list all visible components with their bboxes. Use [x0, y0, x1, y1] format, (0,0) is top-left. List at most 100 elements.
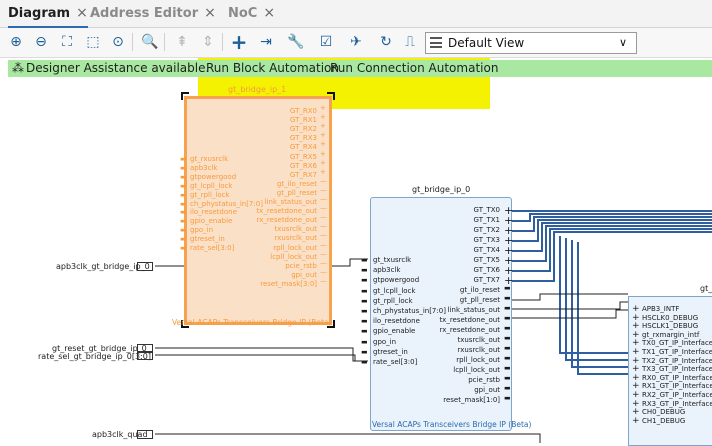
port-plus-icon[interactable]: +	[320, 159, 326, 167]
port-plus-icon[interactable]: ▬	[504, 394, 511, 402]
port-pin: ▬	[361, 276, 368, 285]
port-plus-icon[interactable]: ▬	[504, 374, 511, 382]
port-label: GT_TX5	[473, 256, 500, 264]
port-label: reset_mask[3:0]	[260, 279, 317, 288]
port-plus-icon[interactable]: +	[320, 140, 326, 148]
port-plus-icon[interactable]: ▬	[504, 364, 511, 372]
port-label: CH0_DEBUG	[642, 408, 686, 417]
port-plus-icon[interactable]: +	[320, 150, 326, 158]
block-title: gt_bridge_ip_0	[412, 185, 471, 194]
port-label: gt_txusrclk	[373, 256, 412, 264]
port-plus-icon[interactable]: —	[320, 259, 327, 267]
port-plus-icon[interactable]: ▬	[504, 324, 511, 332]
port-label: rate_sel[3:0]	[190, 244, 235, 252]
port-label: gpo_in	[190, 226, 214, 235]
external-port-label: rate_sel_gt_bridge_ip_0[3:0]	[38, 352, 151, 361]
port-label: gpo_in	[373, 337, 397, 346]
port-pin: ▬	[180, 199, 187, 208]
port-label: RX1_GT_IP_Interface	[642, 382, 712, 391]
port-plus-icon[interactable]: ▬	[504, 304, 511, 312]
port-label: GT_RX0	[289, 107, 317, 115]
port-plus-icon[interactable]: —	[320, 204, 327, 212]
external-port-label: apb3clk_gt_bridge_ip_0	[56, 262, 150, 271]
port-label: txusrclk_out	[274, 225, 317, 234]
port-plus-icon[interactable]: ▬	[504, 284, 511, 292]
port-label: rxusrclk_out	[457, 346, 500, 354]
port-pin: ▬	[361, 347, 368, 356]
port-pin: ▬	[361, 296, 368, 305]
port-plus-icon[interactable]: ▬	[504, 344, 511, 352]
block-caption: Versal ACAPs Transceivers Bridge IP (Bet…	[372, 420, 532, 429]
port-label: TX1_GT_IP_Interface	[642, 348, 712, 356]
port-label: GT_RX7	[289, 170, 317, 179]
port-pin: ▬	[180, 172, 187, 181]
port-plus-icon[interactable]: —	[320, 177, 327, 185]
port-label: pcie_rstb	[285, 261, 317, 270]
port-label: GT_RX2	[289, 125, 317, 134]
port-label: gpi_out	[474, 386, 500, 394]
port-pin: ▬	[180, 226, 187, 235]
port-label: gtpowergood	[190, 172, 237, 181]
port-plus-icon[interactable]: +	[632, 416, 640, 426]
port-plus-icon[interactable]: ▬	[504, 384, 511, 392]
port-plus-icon[interactable]: +	[320, 122, 326, 130]
port-label: gt_rpll_lock	[373, 296, 413, 305]
port-label: GT_TX4	[473, 246, 500, 254]
port-plus-icon[interactable]: —	[320, 268, 327, 276]
port-label: gt_lcpll_lock	[190, 181, 233, 190]
port-label: lcpll_lock_out	[270, 252, 317, 261]
port-plus-icon[interactable]: —	[320, 231, 327, 239]
port-pin: ▬	[361, 266, 368, 275]
port-plus-icon[interactable]: +	[320, 113, 326, 121]
port-label: txusrclk_out	[457, 336, 500, 344]
port-label: TX2_GT_IP_Interface	[642, 356, 712, 365]
wires	[155, 92, 712, 443]
port-label: GT_TX1	[473, 216, 500, 224]
port-label: tx_resetdone_out	[439, 316, 500, 324]
port-plus-icon[interactable]: —	[320, 222, 327, 230]
port-pin: ▬	[361, 327, 368, 336]
port-plus-icon[interactable]: ▬	[504, 314, 511, 322]
port-plus-icon[interactable]: +	[320, 168, 326, 176]
port-label: gpio_enable	[190, 217, 233, 226]
port-label: ilo_resetdone	[190, 208, 237, 217]
port-label: gt_pll_reset	[276, 188, 317, 197]
port-plus-icon[interactable]: ▬	[504, 294, 511, 302]
port-pin: ▬	[361, 256, 368, 264]
external-port-icon[interactable]	[137, 262, 153, 271]
port-label: gt_ilo_reset	[276, 179, 317, 188]
port-pin: ▬	[180, 244, 187, 252]
port-label: RX0_GT_IP_Interface	[642, 373, 712, 382]
port-pin: ▬	[180, 190, 187, 199]
port-plus-icon[interactable]: +	[320, 131, 326, 139]
port-plus-icon[interactable]: ▬	[504, 354, 511, 362]
port-label: ch_phystatus_in[7:0]	[373, 307, 446, 315]
port-pin: ▬	[361, 358, 368, 366]
port-label: gt_lcpll_lock	[373, 286, 416, 295]
port-plus-icon[interactable]: +	[320, 104, 326, 112]
port-label: GT_RX1	[289, 116, 317, 125]
port-label: gtreset_in	[373, 347, 408, 356]
port-plus-icon[interactable]: —	[320, 186, 327, 194]
port-label: gt_ilo_reset	[459, 286, 500, 294]
port-plus-icon[interactable]: —	[320, 213, 327, 221]
port-label: rpll_lock_out	[273, 243, 317, 252]
port-label: GT_RX5	[289, 152, 317, 161]
port-label: reset_mask[1:0]	[443, 396, 500, 404]
external-port-icon[interactable]	[137, 351, 153, 360]
port-label: HSCLK1_DEBUG	[642, 322, 699, 331]
port-plus-icon[interactable]: —	[320, 277, 327, 285]
port-label: lcpll_lock_out	[453, 366, 500, 374]
port-pin: ▬	[180, 235, 187, 244]
port-plus-icon[interactable]: —	[320, 250, 327, 258]
port-plus-icon[interactable]: —	[320, 241, 327, 249]
port-label: gt_rxusrclk	[190, 155, 229, 163]
port-label: gt_rpll_lock	[190, 190, 230, 199]
port-plus-icon[interactable]: ▬	[504, 334, 511, 342]
port-plus-icon[interactable]: —	[320, 195, 327, 203]
port-pin: ▬	[180, 163, 187, 172]
external-port-icon[interactable]	[137, 430, 153, 439]
port-pin: ▬	[361, 307, 368, 315]
port-label: GT_RX6	[289, 161, 317, 170]
port-label: gpio_enable	[373, 327, 416, 336]
